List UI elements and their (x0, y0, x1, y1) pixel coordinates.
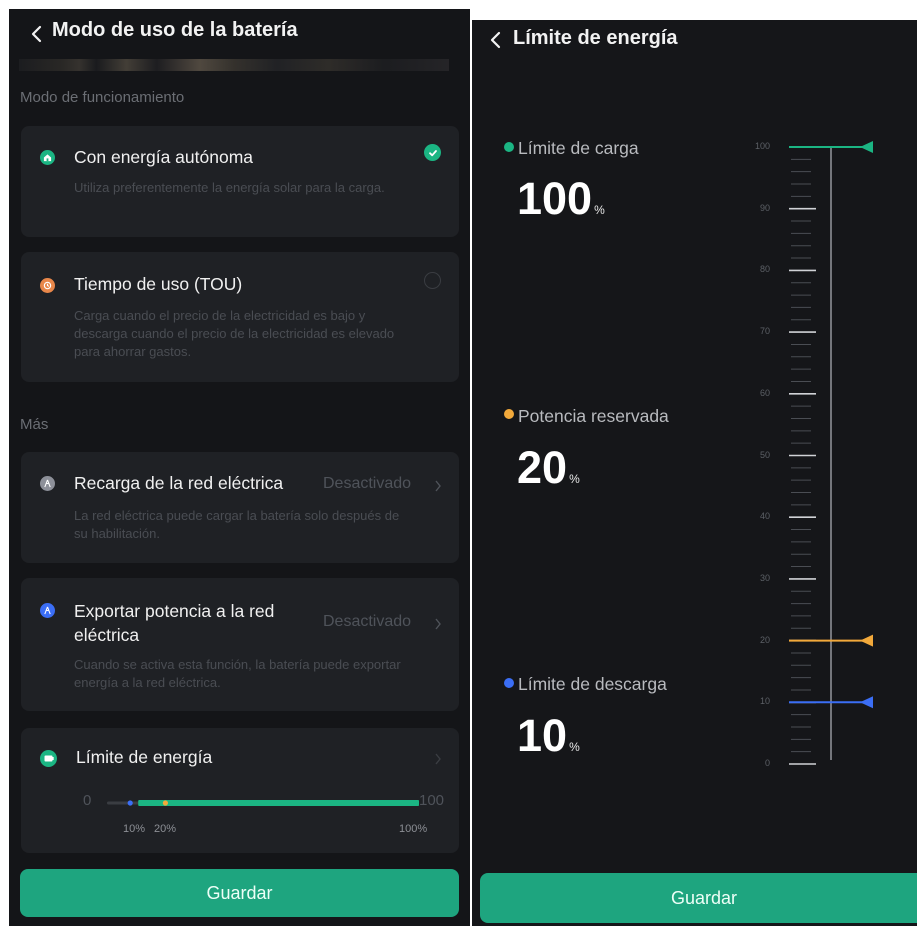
scale-tick-label: 80 (759, 264, 770, 275)
scale-tick-label: 30 (759, 572, 770, 583)
back-arrow-icon[interactable] (29, 24, 45, 44)
scale-tick-label: 90 (759, 202, 770, 213)
scale-tick-label: 60 (759, 387, 770, 398)
header-image-strip (19, 59, 449, 71)
mode-card-tou[interactable]: Tiempo de uso (TOU) Carga cuando el prec… (21, 252, 459, 382)
section-operation-label: Modo de funcionamiento (20, 89, 185, 106)
export-power-card[interactable]: Exportar potencia a la red eléctrica Des… (21, 578, 459, 711)
chevron-right-icon (434, 479, 442, 492)
scale-tick-label: 10 (759, 696, 770, 707)
section-more-label: Más (20, 416, 49, 433)
export-title-line1: Exportar potencia a la red (74, 601, 275, 621)
scale-svg (789, 141, 873, 765)
self-powered-title: Con energía autónoma (74, 147, 254, 167)
clock-price-icon (40, 278, 55, 293)
reserve-pct-label: 20% (154, 823, 177, 835)
save-button[interactable]: Guardar (480, 873, 917, 923)
export-title: Exportar potencia a la red eléctrica (74, 599, 274, 647)
scale-tick-label: 40 (759, 511, 770, 522)
discharge-pct-label: 10% (123, 823, 146, 835)
grid-charge-title: Recarga de la red eléctrica (74, 473, 284, 493)
scale-tick-label: 70 (759, 326, 770, 337)
battery-icon (40, 750, 57, 767)
range-min-label: 0 (83, 792, 92, 809)
save-button[interactable]: Guardar (20, 869, 459, 917)
chevron-right-icon (434, 752, 442, 765)
energy-limit-title: Límite de energía (76, 747, 213, 767)
tou-title: Tiempo de uso (TOU) (74, 274, 243, 294)
battery-mode-screen: Modo de uso de la batería Modo de funcio… (9, 9, 470, 926)
chevron-right-icon (434, 617, 442, 630)
grid-tower-icon (40, 476, 55, 491)
scale-tick-label: 20 (759, 634, 770, 645)
range-max-label: 100 (419, 792, 445, 809)
energy-range-bar (107, 800, 419, 806)
scale-tick-label: 50 (759, 449, 770, 460)
header: Modo de uso de la batería (9, 9, 470, 61)
reserve-handle (860, 634, 873, 647)
selected-check-icon[interactable] (424, 144, 441, 161)
scale-tick-label: 0 (764, 758, 770, 768)
energy-limit-scale[interactable]: 100 90 80 70 60 50 40 30 20 10 0 (472, 20, 917, 870)
scale-tick-label: 100 (754, 141, 770, 151)
discharge-marker (127, 800, 133, 806)
tou-desc: Carga cuando el precio de la electricida… (74, 308, 395, 359)
reserve-marker (162, 800, 168, 806)
self-powered-desc: Utiliza preferentemente la energía solar… (74, 180, 385, 195)
page-title: Modo de uso de la batería (52, 19, 298, 41)
grid-charge-desc: La red eléctrica puede cargar la batería… (74, 508, 400, 541)
charge-limit-handle (860, 141, 873, 153)
range-fill (138, 800, 419, 806)
grid-charge-card[interactable]: Recarga de la red eléctrica Desactivado … (21, 452, 459, 563)
export-grid-icon (40, 603, 55, 618)
mode-card-self-powered[interactable]: Con energía autónoma Utiliza preferentem… (21, 126, 459, 237)
unselected-radio[interactable] (424, 272, 441, 289)
export-title-line2: eléctrica (74, 625, 140, 645)
export-desc: Cuando se activa esta función, la baterí… (74, 657, 401, 690)
discharge-limit-handle (860, 696, 873, 709)
home-energy-icon (40, 150, 55, 165)
energy-limit-screen: Límite de energía Límite de carga 100% P… (472, 20, 917, 926)
export-status: Desactivado (323, 613, 412, 630)
energy-limit-card[interactable]: Límite de energía 0 100 10% 20% 100% (21, 728, 459, 853)
charge-pct-label: 100% (399, 823, 428, 835)
grid-charge-status: Desactivado (323, 475, 412, 492)
